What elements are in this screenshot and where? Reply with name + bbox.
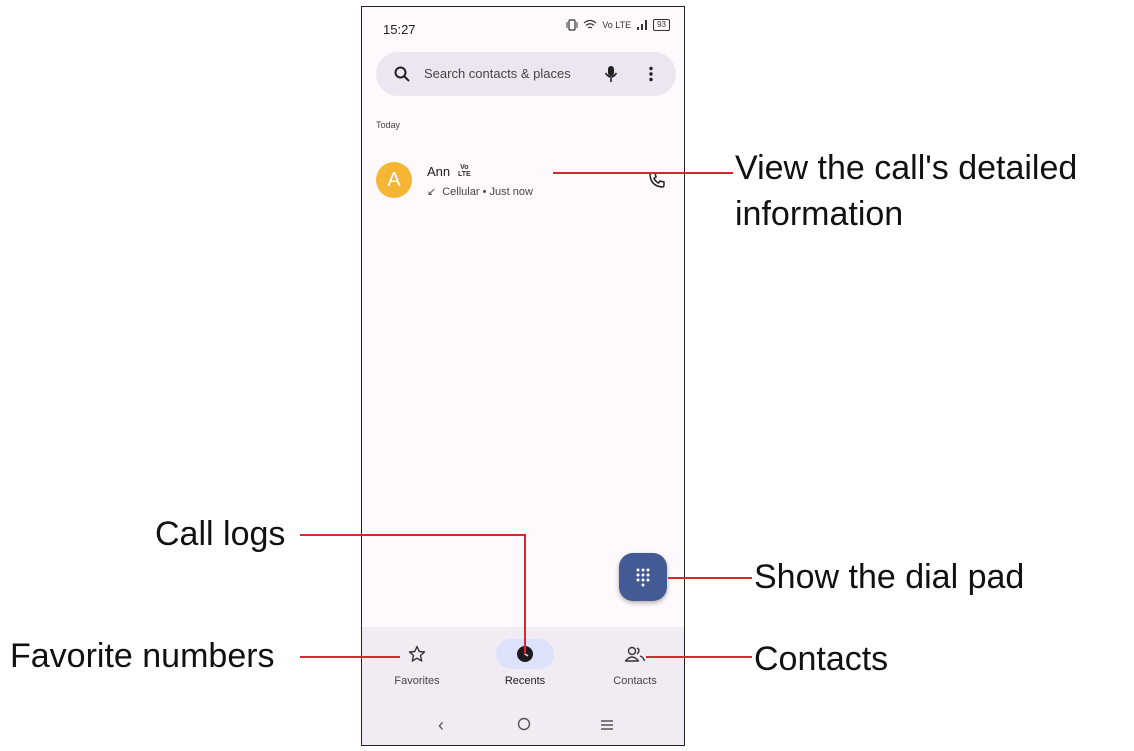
people-icon[interactable]: [624, 645, 646, 663]
section-label-today: Today: [376, 120, 401, 130]
home-icon[interactable]: [517, 715, 531, 736]
incoming-arrow-icon: ↙: [427, 186, 437, 198]
nav-item-contacts[interactable]: Contacts: [590, 639, 680, 687]
call-button[interactable]: [648, 171, 666, 194]
wifi-icon: [583, 19, 597, 29]
status-time: 15:27: [383, 22, 416, 37]
volte-badge-top: Vo: [460, 164, 469, 171]
call-detail-row: ↙ Cellular • Just now: [427, 185, 533, 198]
annotation-line-contacts: [646, 656, 752, 658]
dialpad-button[interactable]: [619, 553, 667, 601]
search-bar[interactable]: Search contacts & places: [376, 52, 676, 96]
annotation-details-line1: View the call's detailed: [735, 149, 1078, 187]
back-icon[interactable]: ‹: [438, 715, 444, 736]
recent-apps-icon[interactable]: [600, 715, 614, 736]
nav-label-favorites[interactable]: Favorites: [372, 675, 462, 687]
volte-badge-bottom: LTE: [458, 171, 471, 178]
volte-badge: Vo LTE: [458, 164, 471, 178]
star-icon[interactable]: [408, 645, 426, 663]
annotation-line-details: [553, 172, 733, 174]
dialpad-icon[interactable]: [635, 567, 651, 587]
microphone-icon[interactable]: [604, 52, 618, 96]
nav-label-recents[interactable]: Recents: [480, 675, 570, 687]
battery-icon: 93: [653, 19, 670, 31]
volte-status-icon: Vo LTE: [602, 20, 632, 30]
nav-label-contacts[interactable]: Contacts: [590, 675, 680, 687]
signal-icon: [637, 20, 648, 30]
nav-item-favorites[interactable]: Favorites: [372, 639, 462, 687]
annotation-favorites: Favorite numbers: [10, 637, 275, 675]
annotation-details-line2: information: [735, 195, 904, 233]
avatar[interactable]: A: [376, 162, 412, 198]
annotation-call-logs: Call logs: [155, 515, 286, 553]
annotation-line-dial-pad: [668, 577, 752, 579]
more-options-icon[interactable]: [648, 52, 654, 96]
search-input[interactable]: Search contacts & places: [424, 52, 571, 96]
annotation-line-favorites: [300, 656, 400, 658]
contact-name[interactable]: Ann: [427, 164, 450, 179]
annotation-dial-pad: Show the dial pad: [754, 558, 1025, 596]
annotation-contacts: Contacts: [754, 640, 889, 678]
phone-screen: 15:27 Vo LTE 93 Search contacts & places…: [361, 6, 685, 746]
bottom-navigation: Favorites Recents Contacts ‹: [362, 627, 684, 745]
call-detail-text: Cellular • Just now: [442, 186, 533, 198]
annotation-line-call-logs-vertical: [524, 534, 526, 654]
vibrate-icon: [566, 19, 578, 31]
status-icons: Vo LTE 93: [566, 19, 670, 31]
annotation-line-call-logs-horizontal: [300, 534, 526, 536]
search-icon[interactable]: [394, 52, 410, 96]
